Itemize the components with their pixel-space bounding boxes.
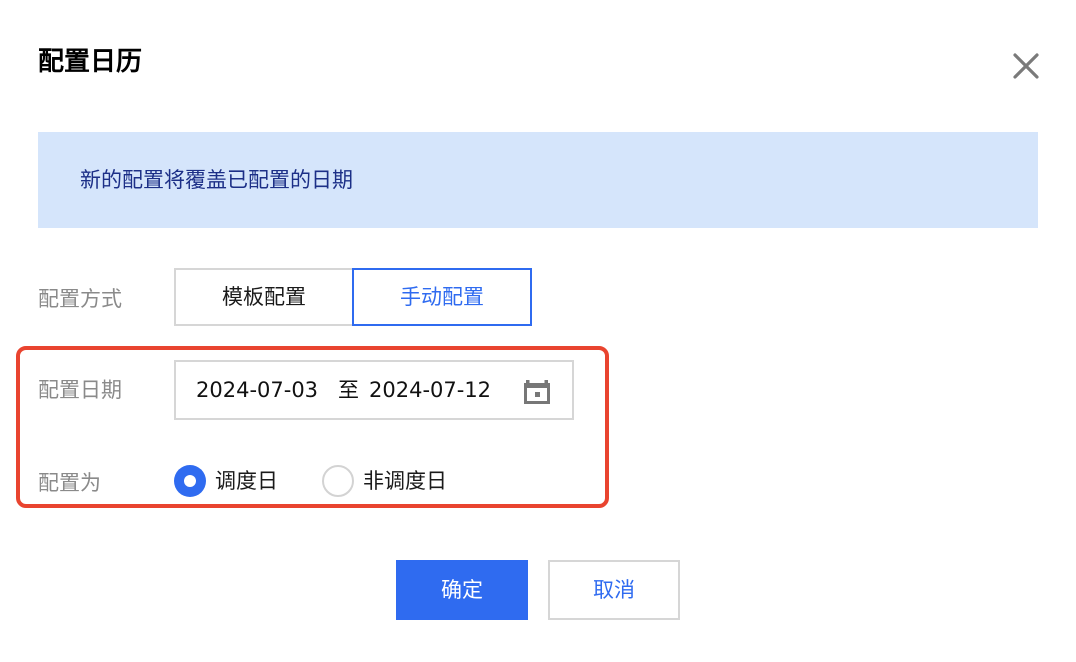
radio-non-scheduled-day[interactable]: 非调度日 <box>322 465 462 497</box>
alert-message: 新的配置将覆盖已配置的日期 <box>80 168 353 192</box>
date-range-end[interactable]: 2024-07-12 <box>369 362 491 418</box>
radio-non-scheduled-day-label: 非调度日 <box>363 469 447 493</box>
calendar-icon[interactable] <box>522 376 552 406</box>
segment-template-config[interactable]: 模板配置 <box>174 268 354 326</box>
close-button[interactable] <box>1008 48 1044 84</box>
radio-scheduled-day-label: 调度日 <box>215 469 278 493</box>
cancel-button[interactable]: 取消 <box>548 560 680 620</box>
dialog-title: 配置日历 <box>38 47 143 77</box>
radio-checked-indicator[interactable] <box>174 465 206 497</box>
date-range-picker[interactable]: 2024-07-03 至 2024-07-12 <box>174 360 574 420</box>
date-range-start[interactable]: 2024-07-03 <box>196 362 318 418</box>
confirm-button[interactable]: 确定 <box>396 560 528 620</box>
configure-calendar-dialog: 配置日历 新的配置将覆盖已配置的日期 配置方式 模板配置 手动配置 配置日期 2… <box>0 0 1076 662</box>
config-as-label: 配置为 <box>38 471 101 495</box>
info-alert: 新的配置将覆盖已配置的日期 <box>38 132 1038 228</box>
radio-unchecked-indicator[interactable] <box>322 465 354 497</box>
config-mode-label: 配置方式 <box>38 287 122 311</box>
radio-scheduled-day[interactable]: 调度日 <box>174 465 294 497</box>
date-range-separator: 至 <box>338 378 359 402</box>
config-date-label: 配置日期 <box>38 378 122 402</box>
segment-manual-config[interactable]: 手动配置 <box>352 268 532 326</box>
close-icon <box>1008 48 1044 84</box>
